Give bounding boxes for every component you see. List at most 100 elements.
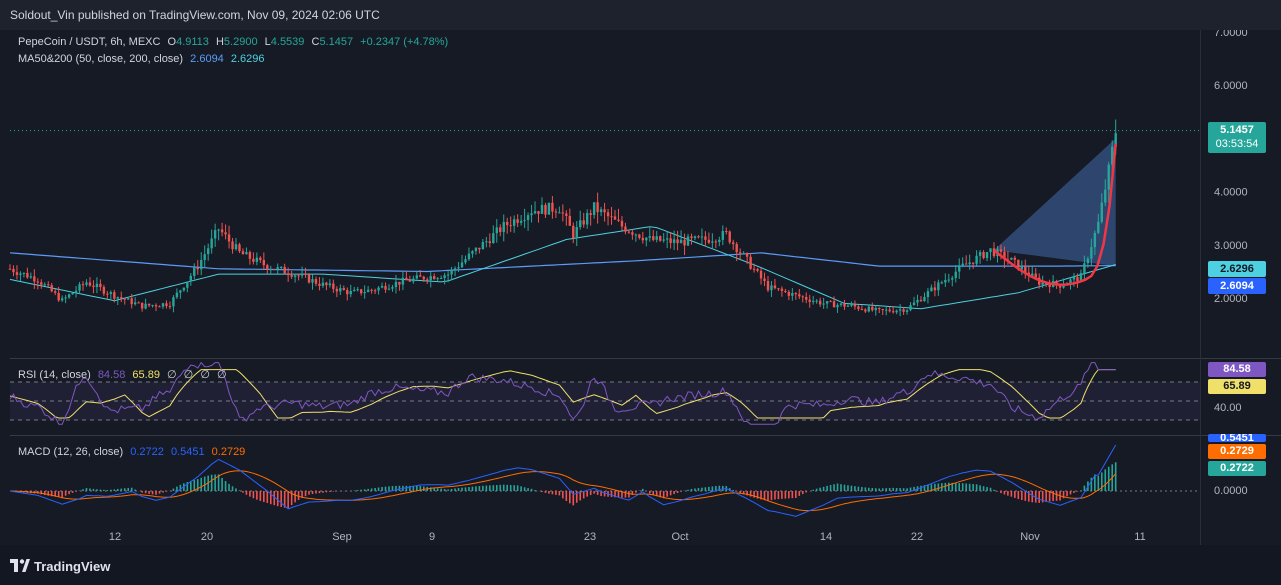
rsi-price-tag: 84.58 [1208, 362, 1266, 377]
macd-hist-bar [603, 491, 606, 497]
macd-hist-bar [325, 491, 328, 493]
macd-hist-bar [318, 491, 321, 494]
x-tick-label: 23 [584, 531, 596, 543]
candle-body [617, 219, 620, 221]
macd-hist-bar [172, 488, 175, 491]
candle-body [22, 272, 26, 274]
candle-body [422, 276, 425, 280]
candle-body [603, 209, 606, 213]
candle-body [325, 282, 328, 286]
candle-body [460, 262, 464, 268]
main-legend: PepeCoin / USDT, 6h, MEXC O4.9113 H5.290… [18, 35, 452, 49]
macd-hist-bar [110, 489, 112, 491]
macd-hist-bar [885, 488, 888, 491]
chart-panel[interactable]: 7.0000 6.0000 4.0000 3.0000 2.0000 12 20 Sep 9 23… [0, 30, 1281, 545]
candle-body [648, 236, 651, 238]
macd-hist-bar [398, 485, 401, 491]
candle-body [481, 242, 485, 250]
candle-body [679, 239, 683, 244]
rsi-title[interactable]: RSI (14, close) [18, 369, 91, 381]
candle-body [610, 216, 613, 218]
candle-body [1097, 221, 1100, 233]
candle-body [450, 269, 453, 275]
macd-hist-bar [332, 491, 335, 492]
candle-body [888, 309, 891, 312]
macd-hist-bar [596, 491, 599, 495]
candle-body [485, 241, 488, 243]
candle-body [881, 309, 884, 311]
macd-hist-bar [840, 484, 842, 491]
candle-body [1093, 232, 1097, 248]
macd-hist-bar [134, 489, 136, 491]
macd-hist-bar [492, 485, 495, 491]
candle-body [659, 236, 662, 241]
candle-body [266, 265, 269, 270]
macd-hist-bar [422, 486, 425, 491]
x-tick-label: 14 [820, 531, 832, 543]
macd-hist-bar [287, 491, 289, 509]
macd-hist-bar [635, 491, 637, 493]
candle-body [377, 287, 380, 291]
macd-hist-bar [468, 487, 470, 491]
candle-body [26, 272, 29, 278]
tradingview-logo[interactable]: TradingView [10, 559, 110, 574]
candle-body [252, 258, 255, 262]
macd-hist-bar [541, 491, 543, 493]
symbol-title[interactable]: PepeCoin / USDT, 6h, MEXC [18, 36, 160, 48]
candle-body [638, 234, 641, 238]
rsi-extra-4: ∅ [216, 369, 227, 381]
candle-body [742, 253, 745, 255]
candle-body [478, 247, 481, 250]
ma-title[interactable]: MA50&200 (50, close, 200, close) [18, 53, 183, 65]
rsi-extra-3: ∅ [200, 369, 210, 381]
candle-body [446, 274, 450, 276]
candle-body [443, 275, 446, 279]
macd-title[interactable]: MACD (12, 26, close) [18, 446, 123, 458]
candle-body [1072, 277, 1076, 280]
macd-hist-bar [954, 482, 957, 491]
macd-hist-bar [245, 491, 248, 495]
macd-hist-bar [982, 486, 985, 491]
macd-hist-bar [979, 485, 981, 491]
macd-hist-bar [242, 491, 244, 493]
macd-hist-bar [975, 484, 978, 491]
candle-body [645, 237, 648, 241]
macd-hist-bar [447, 489, 449, 491]
macd-hist-bar [294, 491, 296, 503]
macd-hist-bar [770, 491, 773, 501]
chart-canvas[interactable]: 7.0000 6.0000 4.0000 3.0000 2.0000 12 20 Sep 9 23… [0, 30, 1281, 545]
macd-hist-bar [1069, 491, 1072, 495]
macd-hist-bar [259, 491, 262, 501]
macd-hist-bar [148, 491, 150, 494]
candle-body [439, 278, 443, 280]
macd-hist-bar [857, 486, 860, 491]
candle-body [248, 252, 252, 259]
candle-body [311, 279, 314, 283]
macd-hist-bar [593, 491, 595, 494]
candle-body [683, 239, 686, 246]
macd-hist-bar [711, 486, 714, 491]
candle-body [499, 227, 502, 233]
candle-body [874, 307, 877, 311]
candle-body [54, 291, 57, 293]
macd-hist-bar [475, 486, 477, 491]
candle-body [158, 306, 161, 308]
footer: TradingView [0, 550, 1281, 585]
candle-body [224, 232, 227, 235]
candle-body [429, 276, 432, 281]
candle-body [398, 281, 401, 285]
candle-body [641, 237, 645, 241]
macd-hist-bar [986, 487, 988, 491]
candle-body [492, 233, 495, 244]
macd-hist-bar [610, 491, 613, 498]
macd-top-price-tag: 0.5451 [1208, 434, 1266, 442]
candle-body [589, 213, 592, 215]
candle-body [394, 281, 398, 288]
candle-body [241, 251, 245, 255]
candle-body [533, 211, 537, 214]
candle-body [822, 303, 825, 305]
macd-hist-bar [221, 477, 223, 491]
candle-body [67, 294, 71, 298]
candle-body [168, 306, 172, 308]
candle-body [1010, 257, 1013, 260]
